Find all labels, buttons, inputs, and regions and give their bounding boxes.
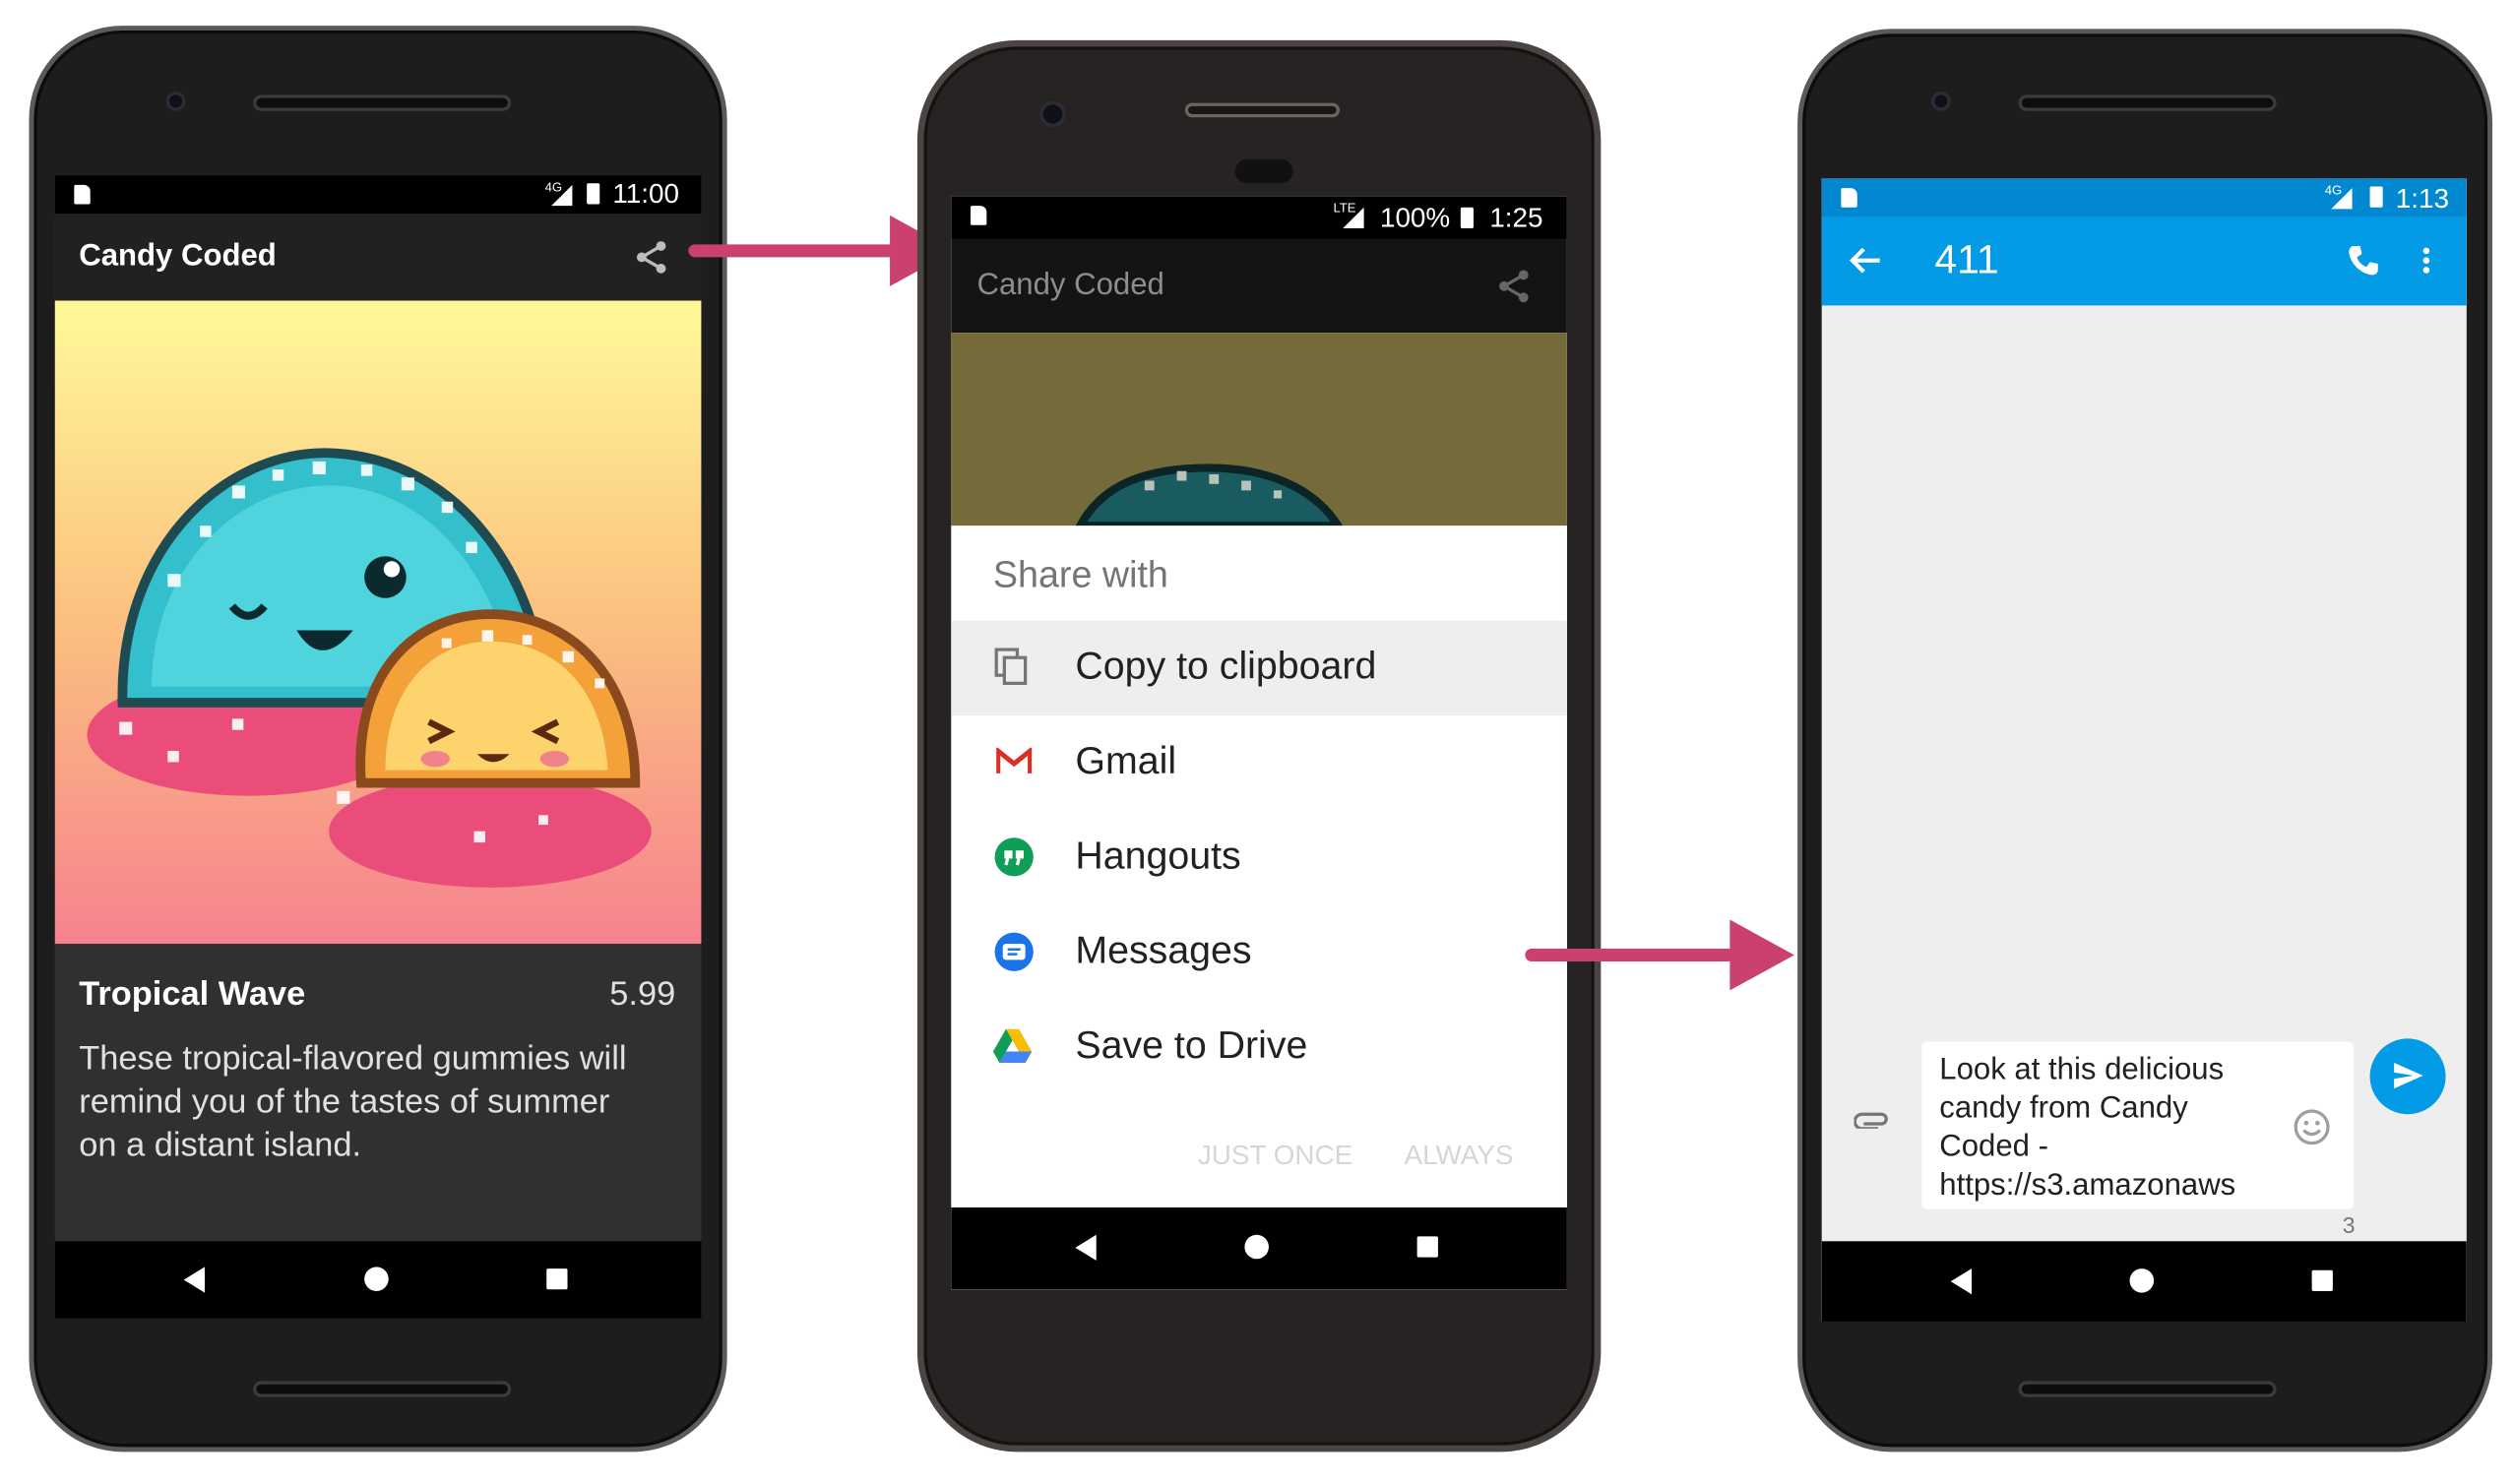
status-time: 1:25 <box>1489 202 1543 233</box>
recents-icon[interactable] <box>546 1268 568 1290</box>
status-bar: LTE 100% 1:25 <box>951 196 1567 240</box>
share-target-hangouts[interactable]: Hangouts <box>951 810 1567 904</box>
battery-percent: 100% <box>1379 202 1451 233</box>
compose-field[interactable]: Look at this delicious candy from Candy … <box>1921 1041 2355 1209</box>
attach-icon[interactable] <box>1854 1109 1889 1129</box>
share-target-messages[interactable]: Messages <box>951 905 1567 1000</box>
send-icon <box>2394 1062 2423 1089</box>
earpiece-speaker <box>253 94 512 111</box>
product-name: Tropical Wave <box>79 975 306 1014</box>
bottom-speaker <box>253 1381 512 1397</box>
proximity-sensor <box>1234 158 1293 184</box>
phone-icon[interactable] <box>2348 244 2380 277</box>
status-bar: 4G 1:13 <box>1821 178 2467 217</box>
flow-arrow-2-head <box>1729 919 1794 991</box>
send-button[interactable] <box>2369 1038 2446 1115</box>
back-arrow-icon[interactable] <box>1849 246 1882 275</box>
always-button[interactable]: ALWAYS <box>1405 1140 1514 1172</box>
app-title: Candy Coded <box>79 239 277 274</box>
share-sheet-title: Share with <box>992 553 1168 595</box>
navigation-bar <box>951 1206 1567 1290</box>
sd-card-icon <box>1841 188 1857 208</box>
status-bar: 4G 11:00 <box>54 175 702 215</box>
navigation-bar <box>1821 1241 2467 1322</box>
conversation-toolbar: 411 <box>1821 216 2467 306</box>
home-icon[interactable] <box>364 1267 389 1291</box>
navigation-bar <box>54 1241 702 1319</box>
clipboard-icon <box>994 648 1028 685</box>
product-image-dimmed <box>951 333 1567 526</box>
back-icon[interactable] <box>183 1267 206 1293</box>
share-sheet: Share with Copy to clipboard Gmail Hango… <box>951 526 1567 1207</box>
recents-icon[interactable] <box>2311 1269 2333 1291</box>
earpiece-speaker <box>1184 102 1341 118</box>
share-target-label: Hangouts <box>1075 834 1241 879</box>
share-target-gmail[interactable]: Gmail <box>951 715 1567 810</box>
gmail-icon <box>996 747 1033 773</box>
home-icon[interactable] <box>1244 1234 1269 1260</box>
recents-icon[interactable] <box>1416 1236 1438 1258</box>
share-icon <box>1499 270 1529 303</box>
sd-card-icon <box>970 206 987 225</box>
signal-icon <box>1343 207 1364 228</box>
app-bar-dimmed: Candy Coded <box>951 239 1567 334</box>
phone-candy-detail: 4G 11:00 Candy Coded Tropical Wave 5.99 … <box>29 26 727 1453</box>
sd-card-icon <box>74 184 91 205</box>
conversation-recipient: 411 <box>1934 237 1999 283</box>
share-target-label: Copy to clipboard <box>1075 645 1377 689</box>
status-time: 1:13 <box>2395 183 2449 215</box>
product-image <box>54 300 702 945</box>
share-target-label: Gmail <box>1075 739 1177 783</box>
screen: 4G 11:00 Candy Coded Tropical Wave 5.99 … <box>54 175 702 1319</box>
emoji-icon[interactable] <box>2293 1108 2331 1146</box>
more-vert-icon[interactable] <box>2421 246 2431 275</box>
signal-icon <box>551 184 573 207</box>
battery-icon <box>587 183 600 205</box>
messages-icon <box>994 932 1034 971</box>
share-target-clipboard[interactable]: Copy to clipboard <box>951 620 1567 716</box>
battery-icon <box>1460 207 1474 228</box>
signal-icon <box>2331 188 2353 210</box>
status-time: 11:00 <box>612 178 679 210</box>
drive-icon <box>992 1028 1033 1063</box>
product-description: These tropical-flavored gummies will rem… <box>79 1040 627 1164</box>
back-icon[interactable] <box>1950 1268 1973 1295</box>
hangouts-icon <box>994 837 1034 877</box>
front-camera <box>1039 100 1066 128</box>
screen: 4G 1:13 411 Look at this delicious candy… <box>1821 178 2467 1322</box>
battery-icon <box>2369 186 2383 208</box>
flow-arrow-2 <box>1525 948 1735 962</box>
character-count: 3 <box>2342 1211 2356 1239</box>
app-bar: Candy Coded <box>54 214 702 301</box>
stage: 4G 11:00 Candy Coded Tropical Wave 5.99 … <box>0 0 2515 1484</box>
message-text: Look at this delicious candy from Candy … <box>1939 1053 2236 1204</box>
share-target-label: Save to Drive <box>1075 1023 1308 1068</box>
phone-share-sheet: LTE 100% 1:25 Candy Coded Share with Cop… <box>916 39 1602 1453</box>
front-camera <box>165 92 186 111</box>
app-title: Candy Coded <box>976 268 1164 303</box>
front-camera <box>1931 92 1951 111</box>
home-icon[interactable] <box>2129 1268 2155 1293</box>
back-icon[interactable] <box>1075 1234 1097 1261</box>
share-target-label: Messages <box>1075 929 1252 973</box>
share-target-drive[interactable]: Save to Drive <box>951 1000 1567 1094</box>
screen: LTE 100% 1:25 Candy Coded Share with Cop… <box>951 196 1567 1290</box>
earpiece-speaker <box>2018 94 2277 111</box>
just-once-button[interactable]: JUST ONCE <box>1198 1140 1352 1172</box>
flow-arrow-1 <box>688 244 895 258</box>
share-icon[interactable] <box>632 238 670 277</box>
phone-messages: 4G 1:13 411 Look at this delicious candy… <box>1797 29 2493 1453</box>
bottom-speaker <box>2018 1381 2277 1397</box>
product-price: 5.99 <box>609 975 676 1014</box>
